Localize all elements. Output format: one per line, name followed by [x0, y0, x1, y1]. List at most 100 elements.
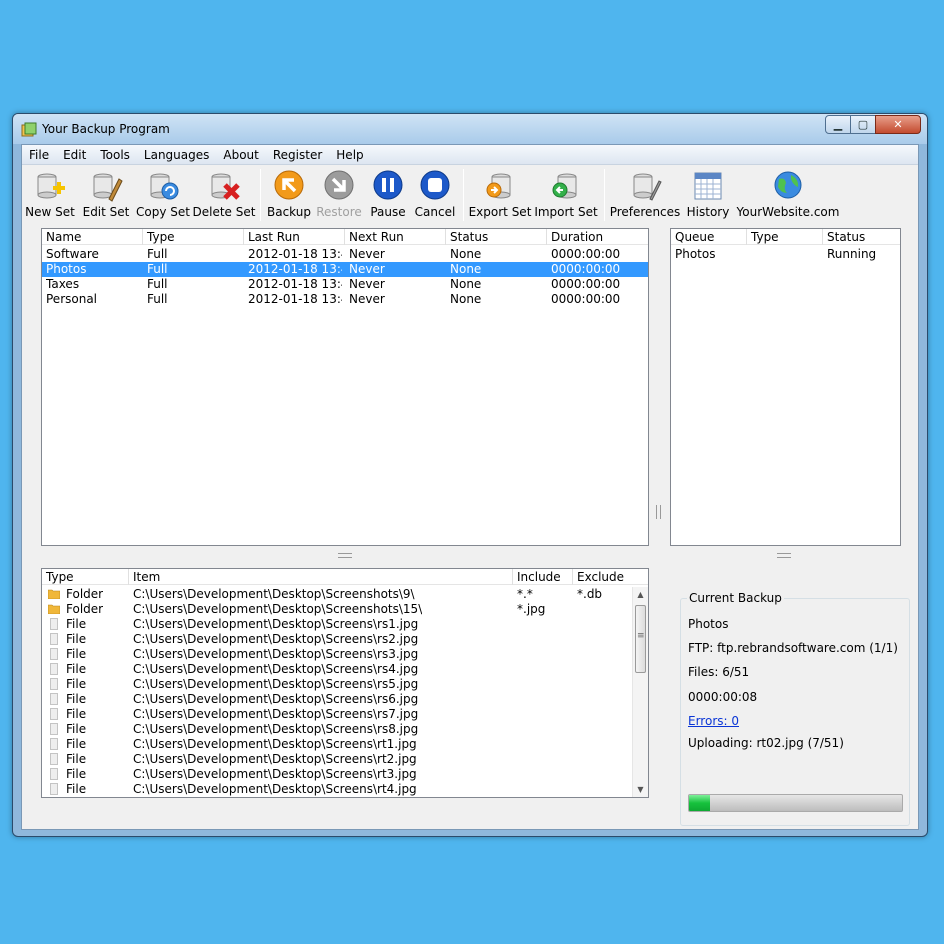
- item-type-cell: File: [66, 782, 87, 796]
- current-set-name: Photos: [688, 617, 729, 631]
- col-duration[interactable]: Duration: [551, 230, 603, 244]
- item-row[interactable]: File C:\Users\Development\Desktop\Screens…: [42, 707, 648, 722]
- items-scrollbar[interactable]: ▲ ▼: [632, 587, 648, 797]
- item-row[interactable]: Folder C:\Users\Development\Desktop\Scree…: [42, 587, 648, 602]
- delete-set-button[interactable]: Delete Set: [192, 166, 256, 222]
- preferences-button[interactable]: Preferences: [609, 166, 681, 222]
- website-button[interactable]: YourWebsite.com: [735, 166, 841, 222]
- backup-label: Backup: [267, 205, 311, 219]
- scroll-up-arrow[interactable]: ▲: [633, 587, 648, 602]
- item-type-cell: File: [66, 737, 87, 751]
- edit-set-button[interactable]: Edit Set: [78, 166, 134, 222]
- col-exclude[interactable]: Exclude: [577, 570, 624, 584]
- vertical-splitter[interactable]: [656, 505, 661, 519]
- errors-link[interactable]: Errors: 0: [688, 714, 739, 728]
- item-type-cell: File: [66, 662, 87, 676]
- item-row[interactable]: File C:\Users\Development\Desktop\Screens…: [42, 767, 648, 782]
- set-last-run-cell: 2012-01-18 13:4...: [248, 262, 342, 276]
- cancel-button[interactable]: Cancel: [411, 166, 459, 222]
- set-row[interactable]: Software Full 2012-01-18 13:4... Never None 0…: [42, 247, 648, 262]
- menu-file[interactable]: File: [22, 145, 56, 164]
- set-status-cell: None: [450, 277, 482, 291]
- col-last-run[interactable]: Last Run: [248, 230, 300, 244]
- set-last-run-cell: 2012-01-18 13:4...: [248, 247, 342, 261]
- uploading-status: Uploading: rt02.jpg (7/51): [688, 736, 844, 750]
- set-last-run-cell: 2012-01-18 13:4...: [248, 292, 342, 306]
- item-row[interactable]: File C:\Users\Development\Desktop\Screens…: [42, 617, 648, 632]
- close-button[interactable]: ✕: [875, 115, 921, 134]
- history-button[interactable]: History: [681, 166, 735, 222]
- import-set-button[interactable]: Import Set: [532, 166, 600, 222]
- item-row[interactable]: File C:\Users\Development\Desktop\Screens…: [42, 647, 648, 662]
- globe-icon: [774, 171, 802, 199]
- preferences-label: Preferences: [609, 205, 681, 219]
- restore-button[interactable]: Restore: [313, 166, 365, 222]
- edit-set-label: Edit Set: [82, 205, 130, 219]
- pause-icon: [373, 170, 403, 200]
- item-row[interactable]: File C:\Users\Development\Desktop\Screens…: [42, 782, 648, 797]
- backup-progress-bar: [688, 794, 903, 812]
- item-path-cell: C:\Users\Development\Desktop\Screenshots…: [133, 602, 423, 616]
- export-set-label: Export Set: [468, 205, 532, 219]
- col-name[interactable]: Name: [46, 230, 81, 244]
- cancel-label: Cancel: [414, 205, 456, 219]
- app-icon: [21, 122, 37, 137]
- pause-button[interactable]: Pause: [365, 166, 411, 222]
- item-type-cell: File: [66, 767, 87, 781]
- col-include[interactable]: Include: [517, 570, 561, 584]
- queue-row[interactable]: Photos Running: [671, 247, 900, 262]
- item-row[interactable]: Folder C:\Users\Development\Desktop\Scree…: [42, 602, 648, 617]
- minimize-button[interactable]: ▁: [825, 115, 851, 134]
- app-window: Your Backup Program ▁ ▢ ✕ File Edit Tool…: [12, 113, 928, 837]
- col-item[interactable]: Item: [133, 570, 160, 584]
- menu-tools[interactable]: Tools: [93, 145, 137, 164]
- item-row[interactable]: File C:\Users\Development\Desktop\Screens…: [42, 722, 648, 737]
- items-list[interactable]: Type Item Include Exclude Folder C:\Users…: [41, 568, 649, 798]
- item-row[interactable]: File C:\Users\Development\Desktop\Screens…: [42, 692, 648, 707]
- file-icon: [50, 708, 58, 720]
- item-row[interactable]: File C:\Users\Development\Desktop\Screens…: [42, 752, 648, 767]
- menu-help[interactable]: Help: [329, 145, 370, 164]
- item-include-cell: *.jpg: [517, 602, 546, 616]
- col-status[interactable]: Status: [450, 230, 488, 244]
- item-row[interactable]: File C:\Users\Development\Desktop\Screens…: [42, 677, 648, 692]
- queue-list[interactable]: Queue Type Status Photos Running: [670, 228, 901, 546]
- col-queue-status[interactable]: Status: [827, 230, 865, 244]
- item-path-cell: C:\Users\Development\Desktop\Screens\rs7…: [133, 707, 419, 721]
- current-backup-group: Current Backup Photos FTP: ftp.rebrandso…: [680, 591, 910, 826]
- file-icon: [50, 693, 58, 705]
- queue-splitter[interactable]: [777, 553, 791, 558]
- menu-register[interactable]: Register: [266, 145, 329, 164]
- item-type-cell: File: [66, 722, 87, 736]
- backup-button[interactable]: Backup: [265, 166, 313, 222]
- new-set-button[interactable]: New Set: [22, 166, 78, 222]
- col-item-type[interactable]: Type: [46, 570, 74, 584]
- col-queue-type[interactable]: Type: [751, 230, 779, 244]
- item-row[interactable]: File C:\Users\Development\Desktop\Screens…: [42, 737, 648, 752]
- file-icon: [50, 633, 58, 645]
- set-row[interactable]: Photos Full 2012-01-18 13:4... Never None 000…: [42, 262, 648, 277]
- item-row[interactable]: File C:\Users\Development\Desktop\Screens…: [42, 632, 648, 647]
- col-queue[interactable]: Queue: [675, 230, 714, 244]
- maximize-button[interactable]: ▢: [850, 115, 876, 134]
- col-type[interactable]: Type: [147, 230, 175, 244]
- set-row[interactable]: Taxes Full 2012-01-18 13:4... Never None 0000…: [42, 277, 648, 292]
- set-row[interactable]: Personal Full 2012-01-18 13:4... Never None 0…: [42, 292, 648, 307]
- backup-sets-list[interactable]: Name Type Last Run Next Run Status Durat…: [41, 228, 649, 546]
- copy-set-button[interactable]: Copy Set: [134, 166, 192, 222]
- scroll-down-arrow[interactable]: ▼: [633, 782, 648, 797]
- export-set-button[interactable]: Export Set: [468, 166, 532, 222]
- set-name-cell: Photos: [46, 262, 87, 276]
- item-row[interactable]: File C:\Users\Development\Desktop\Screens…: [42, 662, 648, 677]
- file-icon: [50, 678, 58, 690]
- col-next-run[interactable]: Next Run: [349, 230, 404, 244]
- menu-edit[interactable]: Edit: [56, 145, 93, 164]
- scroll-thumb[interactable]: [635, 605, 646, 673]
- file-icon: [50, 768, 58, 780]
- menu-languages[interactable]: Languages: [137, 145, 216, 164]
- horizontal-splitter[interactable]: [338, 553, 352, 558]
- menu-about[interactable]: About: [216, 145, 265, 164]
- title-bar[interactable]: Your Backup Program ▁ ▢ ✕: [13, 114, 927, 144]
- export-set-icon: [486, 173, 511, 199]
- item-type-cell: File: [66, 692, 87, 706]
